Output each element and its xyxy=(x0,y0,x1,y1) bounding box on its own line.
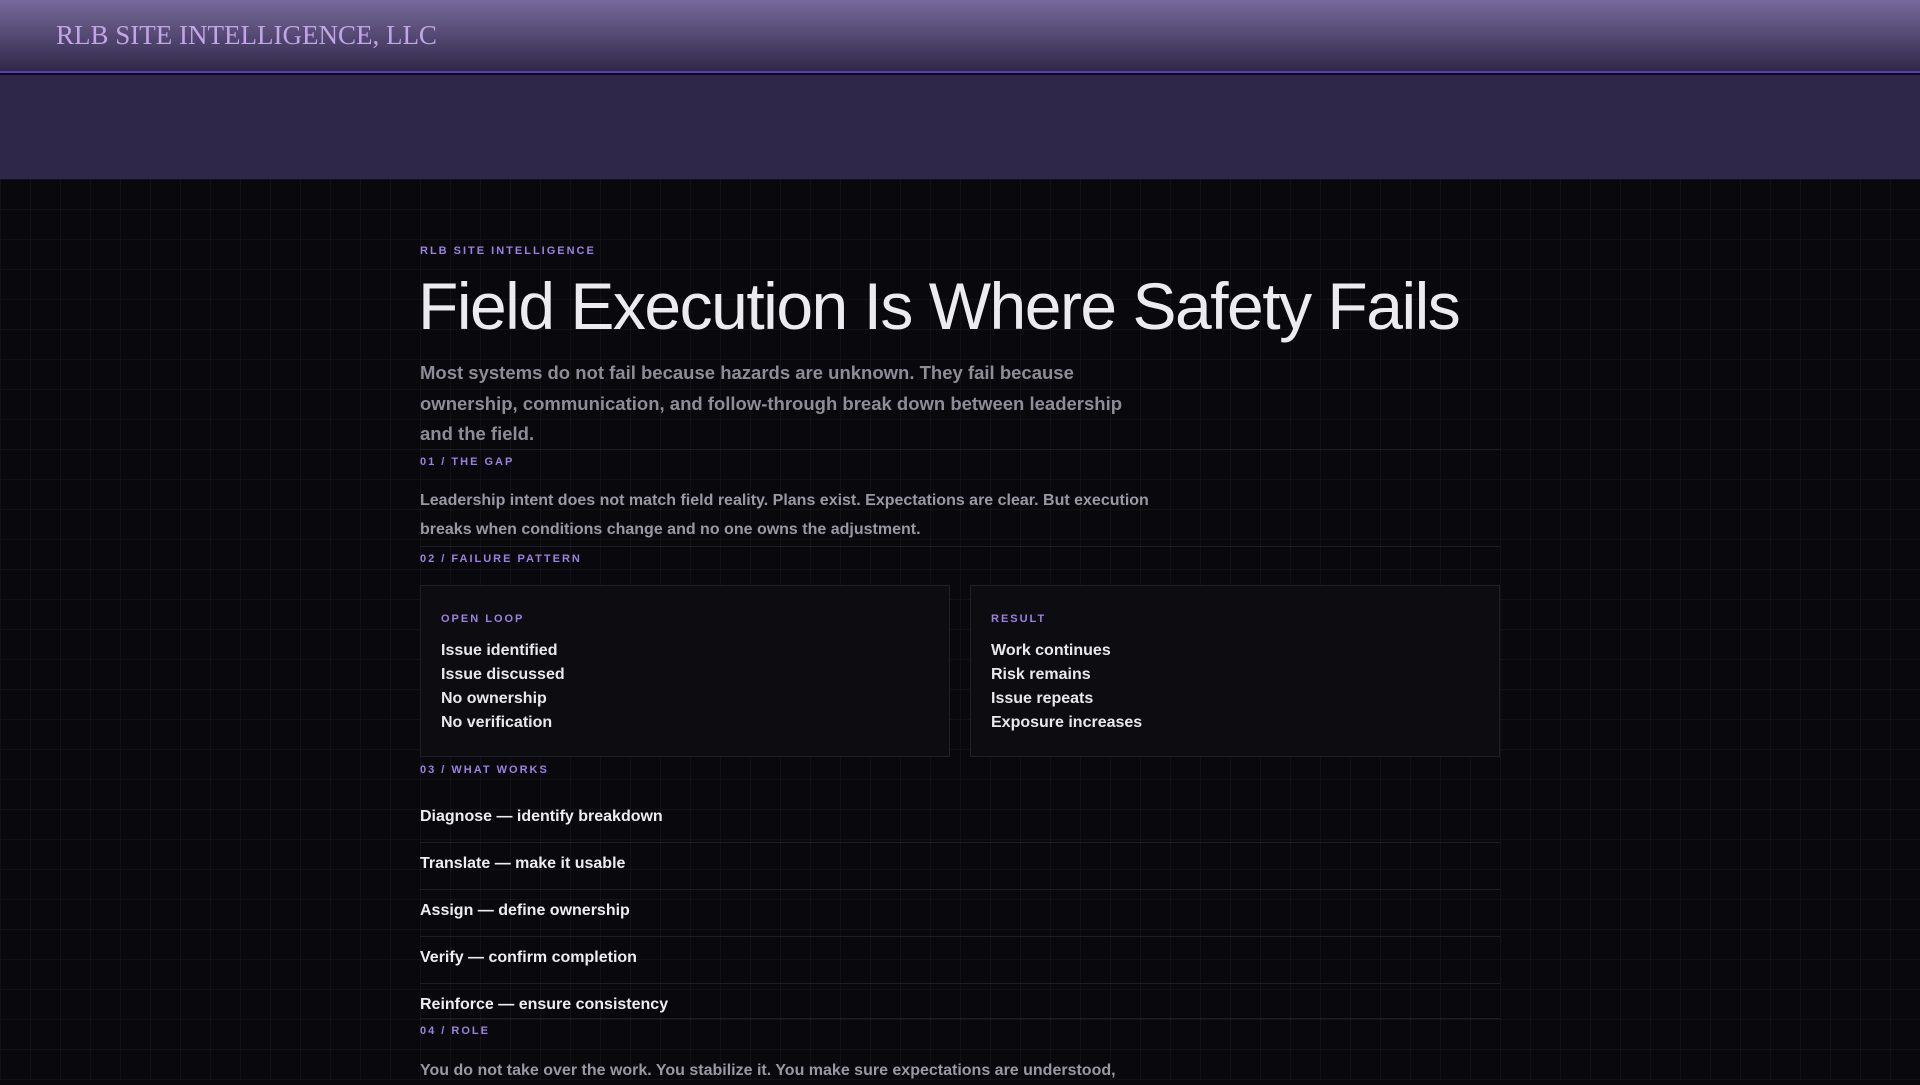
step-item: Assign — define ownership xyxy=(420,902,630,919)
list-item: Issue repeats xyxy=(991,690,1094,707)
divider xyxy=(420,1018,1500,1019)
result-card: RESULT Work continues Risk remains Issue… xyxy=(970,585,1500,757)
list-item: Work continues xyxy=(991,642,1111,659)
hero-eyebrow: RLB SITE INTELLIGENCE xyxy=(420,245,596,257)
brand-logo[interactable]: RLB SITE INTELLIGENCE, LLC xyxy=(56,20,437,51)
hero-lede: Most systems do not fail because hazards… xyxy=(420,362,1123,444)
section-label-role: 04 / ROLE xyxy=(420,1025,490,1037)
divider xyxy=(420,983,1500,984)
list-item: Risk remains xyxy=(991,666,1091,683)
card-label: OPEN LOOP xyxy=(441,613,525,625)
divider xyxy=(420,889,1500,890)
site-header: RLB SITE INTELLIGENCE, LLC xyxy=(0,0,1920,73)
list-item: Exposure increases xyxy=(991,714,1143,731)
step-item: Reinforce — ensure consistency xyxy=(420,996,669,1013)
role-text: You do not take over the work. You stabi… xyxy=(420,1062,1116,1079)
header-band xyxy=(0,75,1920,179)
open-loop-card: OPEN LOOP Issue identified Issue discuss… xyxy=(420,585,950,757)
divider xyxy=(420,936,1500,937)
gap-text: Leadership intent does not match field r… xyxy=(420,492,1149,538)
divider xyxy=(420,546,1500,547)
section-label-failure: 02 / FAILURE PATTERN xyxy=(420,553,582,565)
step-item: Verify — confirm completion xyxy=(420,949,637,966)
divider xyxy=(420,842,1500,843)
page-title: Field Execution Is Where Safety Fails xyxy=(418,269,1461,343)
section-label-gap: 01 / THE GAP xyxy=(420,456,515,468)
list-item: No ownership xyxy=(441,690,547,707)
section-label-what-works: 03 / WHAT WORKS xyxy=(420,764,549,776)
list-item: Issue identified xyxy=(441,642,558,659)
card-label: RESULT xyxy=(991,613,1047,625)
step-item: Translate — make it usable xyxy=(420,855,626,872)
divider xyxy=(420,449,1500,450)
list-item: Issue discussed xyxy=(441,666,565,683)
list-item: No verification xyxy=(441,714,553,731)
step-item: Diagnose — identify breakdown xyxy=(420,808,663,825)
